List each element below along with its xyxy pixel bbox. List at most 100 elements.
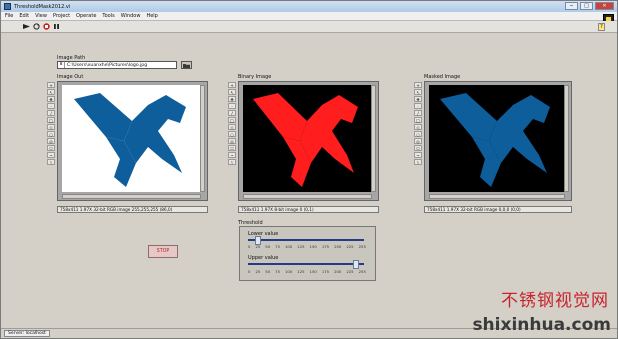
annulus-tool-icon[interactable]: ◎ (414, 138, 422, 144)
watermark-en: shixinhua.com (472, 315, 611, 335)
rotated-rect-icon[interactable]: ◇ (47, 124, 55, 130)
server-indicator[interactable]: Server: localhost (4, 330, 50, 337)
freehand-tool-icon[interactable]: ~ (47, 152, 55, 158)
browse-button[interactable] (181, 61, 192, 69)
tick-label: 75 (275, 269, 280, 274)
pointer-icon[interactable]: ↖ (47, 89, 55, 95)
menu-bar: File Edit View Project Operate Tools Win… (1, 12, 617, 21)
line-tool-icon[interactable]: / (414, 110, 422, 116)
close-button[interactable]: ✕ (595, 2, 614, 10)
vertical-scrollbar[interactable] (200, 85, 205, 192)
tick-label: 75 (275, 244, 280, 249)
broken-line-icon[interactable]: ⌇ (47, 159, 55, 165)
vertical-scrollbar[interactable] (371, 85, 376, 192)
menu-view[interactable]: View (35, 13, 47, 19)
menu-edit[interactable]: Edit (19, 13, 29, 19)
line-tool-icon[interactable]: / (228, 110, 236, 116)
zoom-icon[interactable]: + (228, 82, 236, 88)
horizontal-scrollbar[interactable] (429, 194, 565, 199)
tick-label: 100 (285, 269, 293, 274)
line-tool-icon[interactable]: / (47, 110, 55, 116)
freehand-tool-icon[interactable]: ~ (228, 152, 236, 158)
rotated-rect-icon[interactable]: ◇ (414, 124, 422, 130)
minimize-button[interactable]: − (565, 2, 578, 10)
tick-label: 25 (255, 244, 261, 249)
app-icon (4, 3, 11, 10)
polygon-tool-icon[interactable]: ⬠ (228, 145, 236, 151)
oval-tool-icon[interactable]: ○ (228, 131, 236, 137)
title-bar[interactable]: ThresholdMask2012.vi − □ ✕ (1, 1, 617, 12)
pan-icon[interactable]: ✥ (228, 96, 236, 102)
masked-image-canvas (429, 85, 565, 192)
tick-label: 0 (248, 244, 251, 249)
binary-image-canvas (243, 85, 372, 192)
tick-label: 25 (255, 269, 261, 274)
context-help-icon[interactable]: ? (598, 23, 605, 31)
binary-image-display[interactable] (238, 81, 379, 201)
rotated-rect-icon[interactable]: ◇ (228, 124, 236, 130)
pan-icon[interactable]: ✥ (414, 96, 422, 102)
lower-value-slider[interactable] (248, 236, 364, 245)
annulus-tool-icon[interactable]: ◎ (47, 138, 55, 144)
point-tool-icon[interactable]: · (414, 103, 422, 109)
binary-image-label: Binary Image (238, 74, 272, 80)
freehand-tool-icon[interactable]: ~ (414, 152, 422, 158)
horizontal-scrollbar[interactable] (62, 194, 201, 199)
tick-label: 100 (285, 244, 293, 249)
tick-label: 50 (265, 244, 271, 249)
upper-value-label: Upper value (248, 255, 279, 261)
upper-value-thumb[interactable] (352, 260, 359, 269)
run-arrow-icon[interactable] (23, 23, 30, 30)
image-path-input[interactable]: 8 C:\Users\xuanxhe\Pictures\logo.jpg (57, 61, 177, 69)
vertical-scrollbar[interactable] (564, 85, 569, 192)
tick-label: 125 (297, 244, 305, 249)
pointer-icon[interactable]: ↖ (414, 89, 422, 95)
image-out-status: 758x411 1.97X 32-bit RGB image 255,255,2… (57, 206, 208, 213)
oval-tool-icon[interactable]: ○ (414, 131, 422, 137)
point-tool-icon[interactable]: · (47, 103, 55, 109)
rectangle-tool-icon[interactable]: □ (414, 117, 422, 123)
point-tool-icon[interactable]: · (228, 103, 236, 109)
window-title: ThresholdMask2012.vi (14, 3, 71, 10)
annulus-tool-icon[interactable]: ◎ (228, 138, 236, 144)
menu-project[interactable]: Project (53, 13, 70, 19)
oval-tool-icon[interactable]: ○ (47, 131, 55, 137)
menu-window[interactable]: Window (121, 13, 141, 19)
zoom-icon[interactable]: + (414, 82, 422, 88)
zoom-icon[interactable]: + (47, 82, 55, 88)
image-out-label: Image Out (57, 74, 84, 80)
image-out-canvas (62, 85, 201, 192)
menu-file[interactable]: File (5, 13, 13, 19)
path-type-icon: 8 (58, 62, 65, 68)
rectangle-tool-icon[interactable]: □ (47, 117, 55, 123)
masked-image-display[interactable] (424, 81, 572, 201)
horizontal-scrollbar[interactable] (243, 194, 372, 199)
menu-help[interactable]: Help (146, 13, 157, 19)
broken-line-icon[interactable]: ⌇ (228, 159, 236, 165)
abort-icon[interactable] (43, 23, 50, 30)
toolbar (1, 21, 617, 33)
rectangle-tool-icon[interactable]: □ (228, 117, 236, 123)
upper-value-slider[interactable] (248, 260, 364, 269)
threshold-cluster: Lower value 0 25 50 75 100 125 150 175 2… (239, 226, 376, 281)
pan-icon[interactable]: ✥ (47, 96, 55, 102)
image-out-display[interactable] (57, 81, 208, 201)
folder-icon (183, 63, 190, 68)
tick-label: 225 (346, 244, 354, 249)
lower-value-scale: 0 25 50 75 100 125 150 175 200 225 255 (248, 244, 366, 249)
tick-label: 150 (309, 244, 317, 249)
pointer-icon[interactable]: ↖ (228, 89, 236, 95)
menu-tools[interactable]: Tools (102, 13, 114, 19)
window-controls: − □ ✕ (565, 2, 614, 10)
stop-button[interactable]: STOP (148, 245, 178, 258)
broken-line-icon[interactable]: ⌇ (414, 159, 422, 165)
tick-label: 255 (358, 244, 366, 249)
run-continuously-icon[interactable] (33, 23, 40, 30)
polygon-tool-icon[interactable]: ⬠ (414, 145, 422, 151)
watermark: 不锈钢视觉网 shixinhua.com (467, 286, 615, 338)
polygon-tool-icon[interactable]: ⬠ (47, 145, 55, 151)
pause-icon[interactable] (53, 23, 60, 30)
menu-operate[interactable]: Operate (76, 13, 96, 19)
tick-label: 50 (265, 269, 271, 274)
maximize-button[interactable]: □ (580, 2, 593, 10)
